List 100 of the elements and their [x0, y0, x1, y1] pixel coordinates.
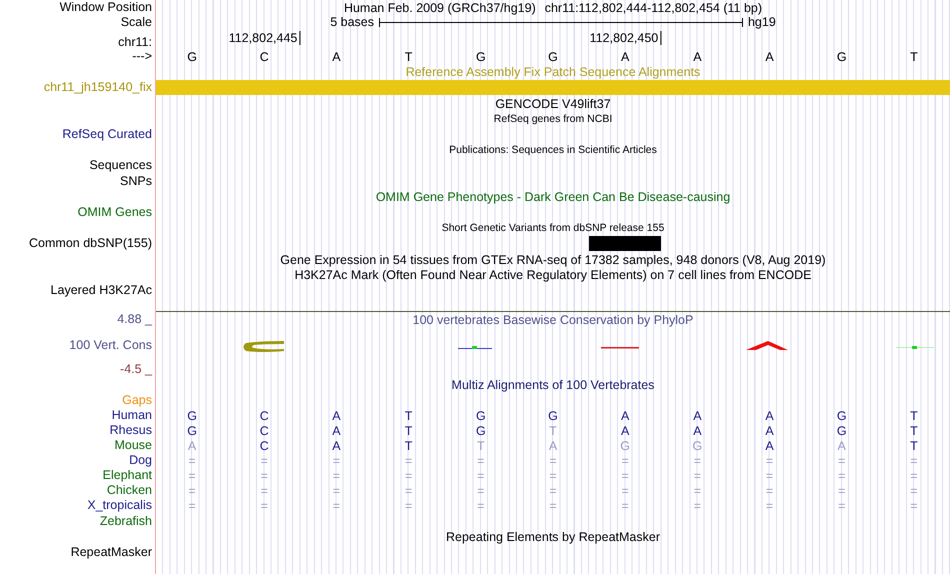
base-letter: = [694, 498, 702, 512]
base-letter: G [187, 424, 197, 438]
base-letter: G [692, 438, 702, 452]
base-letter: T [404, 438, 412, 452]
track-title: Reference Assembly Fix Patch Sequence Alignments [406, 64, 700, 78]
base-letter: = [910, 484, 918, 498]
base-letter: = [549, 498, 557, 512]
base-letter: = [838, 498, 846, 512]
base-letter: A [765, 408, 774, 422]
base-letter: = [622, 454, 629, 468]
base-letter: T [910, 424, 918, 438]
base-letter: = [477, 484, 484, 498]
track-label: Dog [129, 453, 152, 467]
track-label: Sequences [89, 158, 152, 172]
base-letter: A [765, 424, 774, 438]
base-letter: = [694, 454, 702, 468]
base-letter: = [622, 468, 629, 482]
track-title: Gene Expression in 54 tissues from GTEx RNA-seq of 17382 samples, 948 donors (V8, Aug 2019) [280, 252, 826, 266]
base-letter: = [260, 454, 268, 468]
base-letter: = [332, 484, 340, 498]
base-letter: = [549, 468, 557, 482]
track-label: ---> [132, 49, 152, 63]
base-letter: = [766, 498, 774, 512]
assembly-name: Human Feb. 2009 (GRCh37/hg19) [344, 0, 536, 14]
base-letter: = [838, 484, 846, 498]
base-letter: T [476, 438, 485, 452]
base-letter: = [404, 468, 412, 482]
track-label: Gaps [122, 393, 152, 407]
base-letter: G [548, 50, 558, 64]
track-title: Publications: Sequences in Scientific Articles [449, 144, 657, 156]
base-letter: = [549, 484, 557, 498]
base-letter: = [910, 454, 918, 468]
track-title: GENCODE V49lift37 [495, 96, 611, 110]
base-letter: C [260, 424, 269, 438]
track-label: chr11_jh159140_fix [44, 80, 152, 94]
track-label: 100 Vert. Cons [69, 338, 152, 352]
base-letter: T [910, 50, 918, 64]
base-letter: C [260, 50, 269, 64]
base-letter: A [621, 408, 630, 422]
base-letter: = [332, 468, 340, 482]
base-letter: = [260, 484, 268, 498]
track-title: H3K27Ac Mark (Often Found Near Active Regulatory Elements) on 7 cell lines from ENCODE [294, 268, 812, 282]
track-title: Short Genetic Variants from dbSNP release 155 [442, 222, 664, 234]
base-letter: G [476, 408, 486, 422]
base-letter: A [838, 438, 846, 452]
base-letter: A [693, 50, 702, 64]
base-letter: A [693, 408, 702, 422]
track-label: Zebrafish [100, 514, 152, 528]
base-letter: A [332, 424, 341, 438]
base-letter: = [477, 498, 484, 512]
base-letter: A [332, 50, 341, 64]
track-label: -4.5 _ [120, 362, 152, 376]
track-title: Repeating Elements by RepeatMasker [446, 530, 660, 544]
base-letter: = [622, 498, 629, 512]
base-letter: = [260, 498, 268, 512]
base-letter: A [765, 50, 774, 64]
base-letter: G [836, 424, 847, 438]
base-letter: = [694, 484, 702, 498]
base-letter: = [188, 454, 196, 468]
track-label: RepeatMasker [70, 545, 152, 559]
track-label: SNPs [120, 174, 152, 188]
base-letter: = [838, 454, 846, 468]
base-letter: = [766, 484, 774, 498]
track-label: chr11: [118, 35, 152, 49]
base-letter: = [477, 468, 484, 482]
base-letter: T [404, 408, 412, 422]
base-letter: G [476, 50, 486, 64]
base-letter: A [693, 424, 702, 438]
base-letter: G [187, 50, 197, 64]
track-label: 4.88 _ [117, 312, 152, 326]
base-letter: G [476, 424, 486, 438]
base-letter: G [836, 50, 847, 64]
ruler-tick: 112,802,445 [228, 31, 300, 45]
base-letter: = [332, 498, 340, 512]
base-letter: T [910, 438, 918, 452]
base-letter: A [332, 408, 341, 422]
base-letter: G [836, 408, 847, 422]
track-title: RefSeq genes from NCBI [494, 112, 612, 124]
ruler-tick: 112,802,450 [590, 31, 662, 45]
base-letter: = [694, 468, 702, 482]
base-letter: = [404, 454, 412, 468]
base-letter: = [766, 454, 774, 468]
base-letter: G [620, 438, 630, 452]
track-label: Window Position [60, 0, 152, 14]
base-letter: = [188, 484, 196, 498]
track-label: OMIM Genes [78, 205, 152, 219]
base-letter: = [188, 468, 196, 482]
base-letter: T [404, 424, 412, 438]
track-label: Common dbSNP(155) [29, 236, 152, 250]
track-label: Chicken [106, 483, 152, 497]
base-letter: G [548, 408, 558, 422]
track-label: X_tropicalis [87, 498, 152, 512]
base-letter: A [332, 438, 341, 452]
base-letter: = [549, 454, 557, 468]
base-letter: T [549, 424, 557, 438]
base-letter: G [187, 408, 197, 422]
base-letter: = [910, 498, 918, 512]
track-label: Layered H3K27Ac [50, 283, 152, 297]
base-letter: A [765, 438, 774, 452]
base-letter: = [260, 468, 268, 482]
